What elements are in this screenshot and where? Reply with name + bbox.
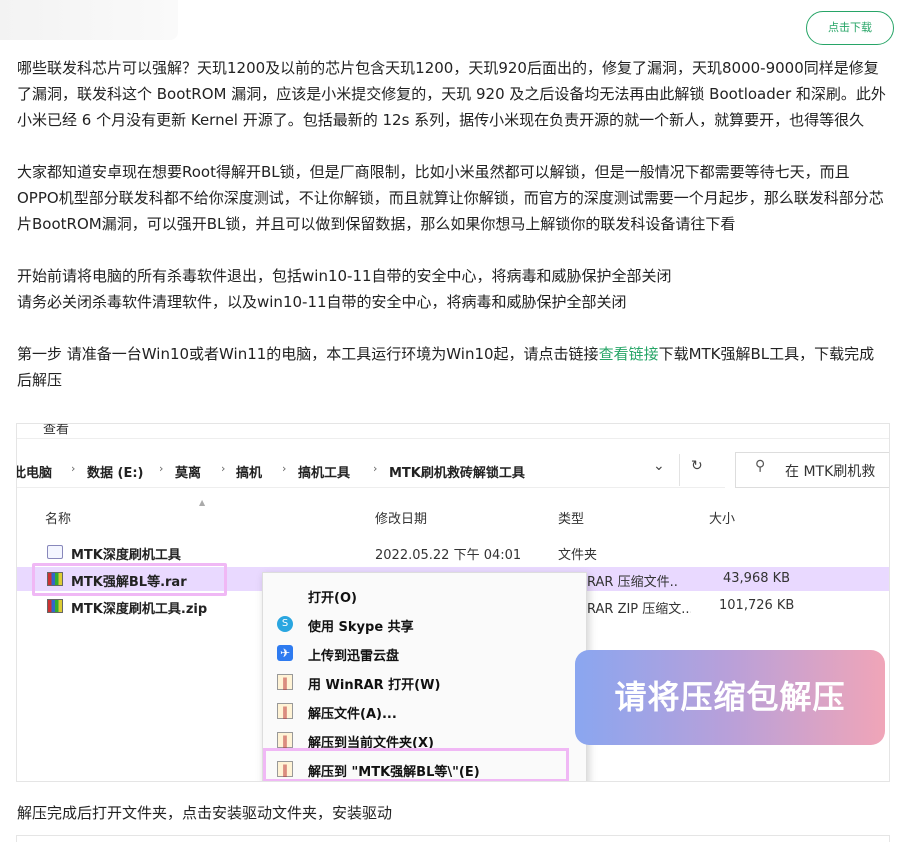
file-size: 101,726 KB bbox=[719, 598, 795, 613]
paragraph-install-driver: 解压完成后打开文件夹，点击安装驱动文件夹，安装驱动 bbox=[17, 804, 393, 822]
search-placeholder: 在 MTK刷机救 bbox=[785, 464, 876, 480]
skype-icon: S bbox=[277, 616, 293, 632]
breadcrumb-item: MTK刷机救砖解锁工具 bbox=[389, 466, 525, 481]
breadcrumb-item: 数据 (E:) bbox=[87, 466, 144, 481]
menu-item-open[interactable]: 打开(O) bbox=[277, 583, 577, 609]
folder-icon bbox=[47, 545, 63, 559]
explorer-screenshot: 查看 此电脑 › 数据 (E:) › 莫离 › 搞机 › 搞机工具 › MTK刷… bbox=[16, 423, 890, 782]
chevron-right-icon: › bbox=[71, 462, 76, 475]
column-header-name: 名称 bbox=[45, 512, 72, 527]
file-modified: 2022.05.22 下午 04:01 bbox=[375, 548, 522, 563]
menu-item-label: 解压文件(A)... bbox=[308, 707, 397, 722]
chevron-right-icon: › bbox=[159, 462, 164, 475]
column-header-type: 类型 bbox=[558, 512, 585, 527]
menu-item-label: 使用 Skype 共享 bbox=[308, 620, 414, 635]
breadcrumb-item: 莫离 bbox=[175, 466, 202, 481]
paragraph-antivirus-2: 请务必关闭杀毒软件清理软件，以及win10-11自带的安全中心，将病毒和威胁保护… bbox=[17, 293, 627, 311]
paragraph-step1: 第一步 请准备一台Win10或者Win11的电脑，本工具运行环境为Win10起，… bbox=[17, 341, 889, 393]
article-body: 哪些联发科芯片可以强解？天玑1200及以前的芯片包含天玑1200，天玑920后面… bbox=[17, 55, 889, 393]
breadcrumb-item: 此电脑 bbox=[16, 466, 53, 481]
paragraph-bl-intro: 大家都知道安卓现在想要Root得解开BL锁，但是厂商限制，比如小米虽然都可以解锁… bbox=[17, 163, 884, 233]
chevron-right-icon: › bbox=[282, 462, 287, 475]
menu-item-thunder-upload[interactable]: ✈ 上传到迅雷云盘 bbox=[277, 641, 577, 667]
chevron-right-icon: › bbox=[373, 462, 378, 475]
winrar-icon: ‖ bbox=[277, 674, 293, 690]
sort-arrow-icon: ▲ bbox=[199, 498, 206, 507]
column-header-modified: 修改日期 bbox=[375, 512, 428, 527]
winrar-icon: ‖ bbox=[277, 703, 293, 719]
menu-item-skype-share[interactable]: S 使用 Skype 共享 bbox=[277, 612, 577, 638]
chevron-right-icon: › bbox=[221, 462, 226, 475]
menu-view: 查看 bbox=[43, 423, 70, 437]
breadcrumb-item: 搞机工具 bbox=[298, 466, 351, 481]
column-header-size: 大小 bbox=[709, 512, 736, 527]
menu-item-winrar-open[interactable]: ‖ 用 WinRAR 打开(W) bbox=[277, 670, 577, 696]
file-type: 文件夹 bbox=[558, 548, 598, 563]
site-logo[interactable] bbox=[0, 0, 178, 40]
paragraph-antivirus-1: 开始前请将电脑的所有杀毒软件退出，包括win10-11自带的安全中心，将病毒和威… bbox=[17, 267, 672, 285]
file-name: MTK深度刷机工具.zip bbox=[71, 602, 208, 617]
step1-text-before: 第一步 请准备一台Win10或者Win11的电脑，本工具运行环境为Win10起，… bbox=[17, 345, 599, 363]
highlight-box bbox=[263, 748, 569, 781]
winrar-icon bbox=[47, 572, 63, 586]
menu-item-label: 用 WinRAR 打开(W) bbox=[308, 678, 441, 693]
search-icon: ⚲ bbox=[755, 458, 766, 474]
paragraph-mtk-chips: 哪些联发科芯片可以强解？天玑1200及以前的芯片包含天玑1200，天玑920后面… bbox=[17, 59, 886, 129]
file-name: MTK深度刷机工具 bbox=[71, 548, 181, 563]
menu-item-label: 上传到迅雷云盘 bbox=[308, 649, 400, 664]
download-link[interactable]: 查看链接 bbox=[599, 345, 659, 363]
file-type: RAR ZIP 压缩文... bbox=[587, 602, 691, 617]
menu-item-extract-files[interactable]: ‖ 解压文件(A)... bbox=[277, 699, 577, 725]
next-screenshot bbox=[16, 835, 890, 842]
winrar-icon bbox=[47, 599, 63, 613]
winrar-icon: ‖ bbox=[277, 732, 293, 748]
top-bar: 点击下载 bbox=[0, 0, 904, 52]
chevron-down-icon: ⌄ bbox=[653, 458, 665, 474]
download-button[interactable]: 点击下载 bbox=[806, 11, 894, 45]
file-size: 43,968 KB bbox=[723, 571, 791, 586]
menu-item-label: 打开(O) bbox=[308, 591, 357, 606]
refresh-icon: ↻ bbox=[691, 458, 703, 474]
file-name: MTK强解BL等.rar bbox=[71, 575, 187, 590]
instruction-banner: 请将压缩包解压 bbox=[575, 650, 885, 745]
thunder-icon: ✈ bbox=[277, 645, 293, 661]
breadcrumb-item: 搞机 bbox=[236, 466, 263, 481]
file-type: RAR 压缩文件... bbox=[587, 575, 679, 590]
